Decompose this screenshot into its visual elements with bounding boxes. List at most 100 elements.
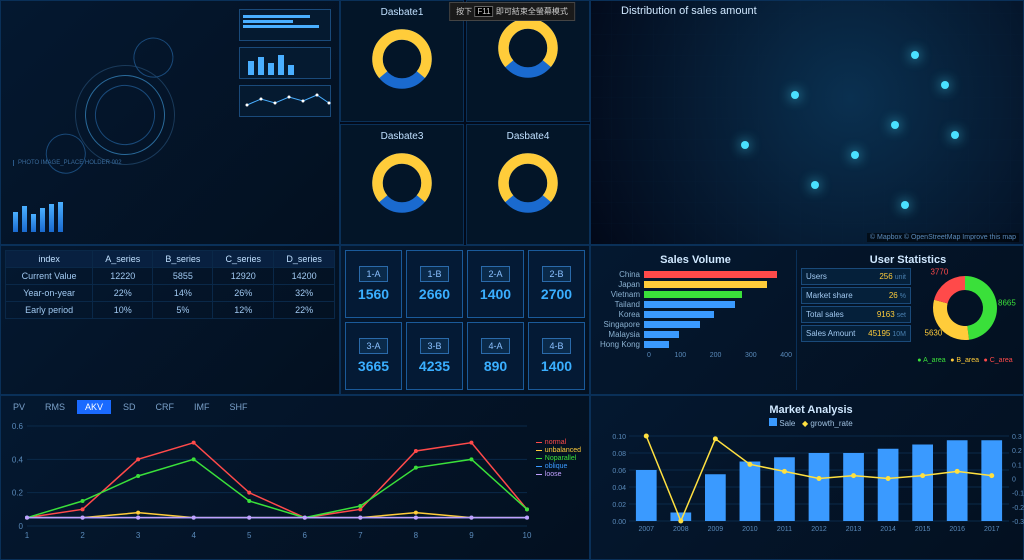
mini-chart-hbar [239, 9, 331, 41]
metric-value: 890 [484, 358, 507, 374]
svg-text:2008: 2008 [673, 526, 689, 533]
metric-value: 1400 [541, 358, 572, 374]
svg-text:0.4: 0.4 [12, 455, 24, 464]
svg-text:1: 1 [25, 531, 30, 540]
legend-loose: loose [536, 471, 581, 478]
map-dot[interactable] [741, 141, 749, 149]
sales-bar-row: Tailand [599, 300, 792, 309]
legend-b-area: ● B_area [950, 357, 979, 364]
table-header: D_series [274, 251, 335, 268]
legend-oblique: oblique [536, 463, 581, 470]
svg-text:4: 4 [191, 531, 196, 540]
svg-text:0.10: 0.10 [612, 434, 626, 441]
map-dot[interactable] [941, 81, 949, 89]
wire-visual: PHOTO IMAGE_PLACE HOLDER 002 [5, 5, 235, 240]
svg-text:0.02: 0.02 [612, 502, 626, 509]
map-dot[interactable] [951, 131, 959, 139]
svg-text:0.2: 0.2 [1012, 448, 1022, 455]
metric-label: 4-B [542, 338, 570, 354]
svg-text:0.04: 0.04 [612, 485, 626, 492]
market-legend: Sale ◆ growth_rate [599, 418, 1023, 428]
sales-bar-row: China [599, 270, 792, 279]
user-stats-donut: 866556303770 [915, 266, 1015, 361]
donut-title: Dasbate3 [379, 129, 426, 144]
svg-text:10: 10 [523, 531, 532, 540]
sales-bar-row: Japan [599, 280, 792, 289]
tab-akv[interactable]: AKV [77, 400, 111, 414]
table-header: index [6, 251, 93, 268]
legend-Noparallel: Noparallel [536, 455, 581, 462]
data-table-panel: indexA_seriesB_seriesC_seriesD_seriesCur… [0, 245, 340, 395]
metric-value: 2660 [419, 286, 450, 302]
user-stat-row: Sales Amount4519510M [801, 325, 911, 342]
tab-sd[interactable]: SD [115, 400, 144, 414]
donut-1: Dasbate1 [340, 0, 464, 122]
metric-1-B: 1-B 2660 [406, 250, 463, 318]
svg-text:2007: 2007 [638, 526, 654, 533]
table-row: Early period10%5%12%22% [6, 302, 335, 319]
svg-text:2014: 2014 [880, 526, 896, 533]
svg-text:5: 5 [247, 531, 252, 540]
data-table: indexA_seriesB_seriesC_seriesD_seriesCur… [5, 250, 335, 319]
svg-text:-0.2: -0.2 [1012, 505, 1024, 512]
svg-text:3: 3 [136, 531, 141, 540]
svg-text:5630: 5630 [925, 329, 943, 338]
legend-normal: normal [536, 439, 581, 446]
metric-4-B: 4-B 1400 [528, 322, 585, 390]
map-attribution[interactable]: © Mapbox © OpenStreetMap Improve this ma… [867, 233, 1019, 242]
map-dot[interactable] [851, 151, 859, 159]
legend-unbalanced: unbalanced [536, 447, 581, 454]
svg-text:2013: 2013 [846, 526, 862, 533]
tab-pv[interactable]: PV [5, 400, 33, 414]
tab-shf[interactable]: SHF [222, 400, 256, 414]
map-panel[interactable]: Distribution of sales amount © Mapbox © … [590, 0, 1024, 245]
map-dot[interactable] [901, 201, 909, 209]
sales-bar-row: Vietnam [599, 290, 792, 299]
metric-value: 1400 [480, 286, 511, 302]
svg-text:0: 0 [1012, 477, 1016, 484]
metric-3-A: 3-A3665 [345, 322, 402, 390]
market-chart: 0.000.020.040.060.080.10-0.3-0.2-0.100.1… [599, 430, 1023, 540]
svg-text:-0.1: -0.1 [1012, 491, 1024, 498]
table-row: Current Value1222058551292014200 [6, 268, 335, 285]
svg-text:0.08: 0.08 [612, 451, 626, 458]
metric-value: 2700 [541, 286, 572, 302]
svg-text:2: 2 [80, 531, 85, 540]
svg-text:3770: 3770 [930, 268, 948, 277]
svg-text:6: 6 [303, 531, 308, 540]
mini-chart-vbar [239, 47, 331, 79]
sales-bar-row: Malaysia [599, 330, 792, 339]
wire-visual-panel: PHOTO IMAGE_PLACE HOLDER 002 [0, 0, 340, 245]
mini-bar-chart [13, 202, 63, 232]
svg-text:7: 7 [358, 531, 363, 540]
map-dot[interactable] [891, 121, 899, 129]
photo-label: PHOTO IMAGE_PLACE HOLDER 002 [13, 160, 122, 166]
metric-value: 4235 [419, 358, 450, 374]
table-row: Year-on-year22%14%26%32% [6, 285, 335, 302]
tab-imf[interactable]: IMF [186, 400, 218, 414]
tab-rms[interactable]: RMS [37, 400, 73, 414]
metric-label: 1-B [420, 266, 448, 282]
multiline-chart: 00.20.40.612345678910 [5, 418, 535, 543]
donut-title: Dasbate1 [379, 5, 426, 20]
tab-crf[interactable]: CRF [148, 400, 183, 414]
svg-text:2015: 2015 [915, 526, 931, 533]
legend-a-area: ● A_area [917, 357, 945, 364]
svg-text:0: 0 [19, 522, 24, 531]
svg-text:0.1: 0.1 [1012, 462, 1022, 469]
sales-bar-row: Singapore [599, 320, 792, 329]
svg-text:2012: 2012 [811, 526, 827, 533]
sales-stats-panel: Sales Volume ChinaJapanVietnamTailandKor… [590, 245, 1024, 395]
metric-label: 3-A [359, 338, 387, 354]
fullscreen-tip: 按下 F11 即可結束全螢幕模式 [449, 2, 575, 21]
svg-text:2010: 2010 [742, 526, 758, 533]
map-dot[interactable] [791, 91, 799, 99]
map-dot[interactable] [911, 51, 919, 59]
market-title: Market Analysis [599, 404, 1023, 416]
table-header: A_series [93, 251, 153, 268]
metric-value: 1560 [358, 286, 389, 302]
map-dot[interactable] [811, 181, 819, 189]
svg-text:9: 9 [469, 531, 474, 540]
svg-text:8: 8 [414, 531, 419, 540]
metric-4-A: 4-A890 [467, 322, 524, 390]
